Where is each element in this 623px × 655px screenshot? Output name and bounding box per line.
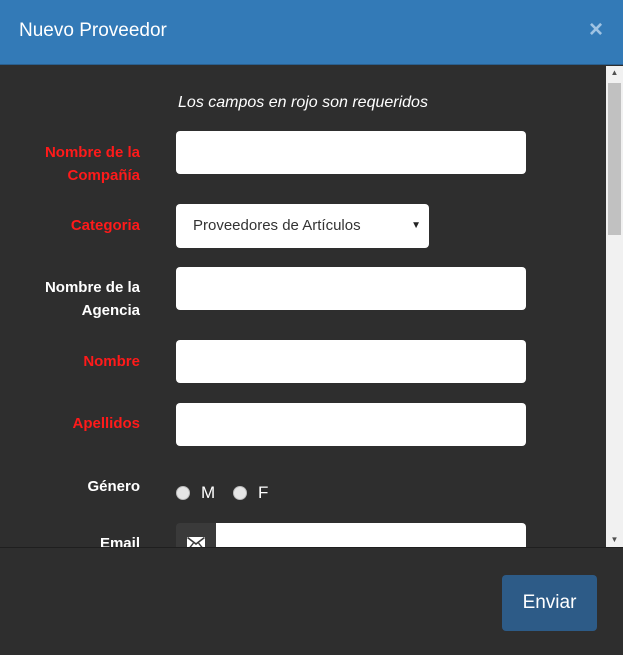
scrollbar-thumb[interactable] — [608, 83, 621, 235]
envelope-icon — [187, 537, 205, 547]
gender-m-label: M — [201, 483, 216, 502]
category-selected-value: Proveedores de Artículos — [193, 217, 361, 234]
vertical-scrollbar[interactable]: ▲ ▼ — [606, 66, 623, 547]
gender-f-label: F — [258, 483, 269, 502]
agency-name-label-line1: Nombre de la — [44, 279, 140, 296]
modal-header: Nuevo Proveedor × — [0, 0, 623, 65]
last-name-input[interactable] — [176, 403, 526, 446]
required-fields-hint: Los campos en rojo son requeridos — [0, 94, 606, 112]
company-name-label: Nombre de la Compañía — [0, 141, 140, 187]
modal-body[interactable]: Los campos en rojo son requeridos Nombre… — [0, 66, 606, 547]
company-name-label-line1: Nombre de la — [44, 144, 140, 161]
first-name-input[interactable] — [176, 340, 526, 383]
gender-label: Género — [87, 478, 140, 495]
email-addon — [176, 523, 216, 547]
last-name-label: Apellidos — [72, 415, 140, 432]
agency-name-input[interactable] — [176, 267, 526, 310]
caret-down-icon: ▼ — [411, 220, 421, 231]
first-name-label: Nombre — [83, 353, 140, 370]
scroll-down-arrow-icon[interactable]: ▼ — [606, 533, 623, 547]
agency-name-label-line2: Agencia — [81, 302, 140, 319]
submit-button[interactable]: Enviar — [502, 575, 597, 631]
company-name-label-line2: Compañía — [67, 167, 140, 184]
email-input[interactable] — [216, 523, 526, 547]
category-label: Categoria — [70, 217, 140, 234]
scroll-up-arrow-icon[interactable]: ▲ — [606, 66, 623, 80]
email-label: Email — [99, 535, 140, 547]
category-select[interactable]: Proveedores de Artículos ▼ — [176, 204, 429, 248]
company-name-input[interactable] — [176, 131, 526, 174]
modal-footer: Enviar — [0, 547, 623, 655]
gender-m-radio[interactable] — [176, 486, 190, 500]
modal-title: Nuevo Proveedor — [19, 20, 167, 41]
gender-f-radio[interactable] — [233, 486, 247, 500]
agency-name-label: Nombre de la Agencia — [0, 276, 140, 322]
new-supplier-modal: Nuevo Proveedor × Los campos en rojo son… — [0, 0, 623, 655]
required-fields-hint-text: Los campos en rojo son requeridos — [178, 94, 428, 111]
close-icon[interactable]: × — [589, 16, 603, 44]
